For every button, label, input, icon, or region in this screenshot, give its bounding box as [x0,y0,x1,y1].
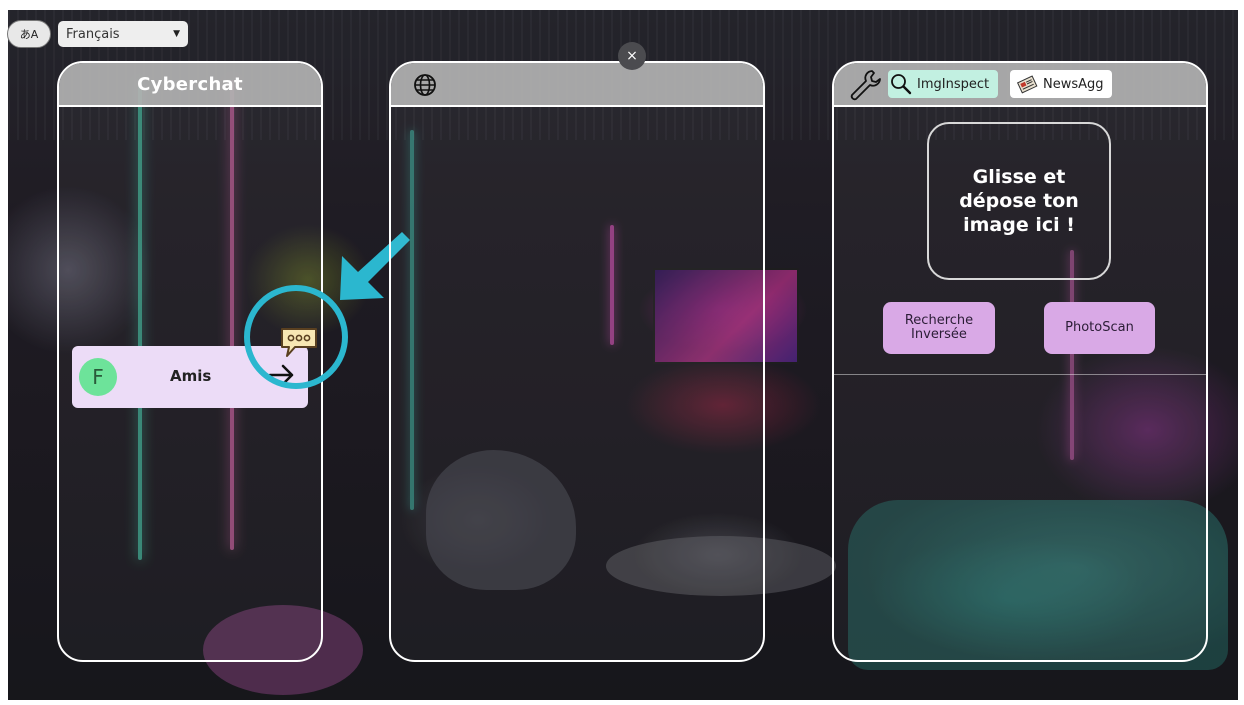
reverse-search-button[interactable]: Recherche Inversée [883,302,995,354]
avatar: F [79,358,117,396]
translate-icon-text: あA [19,28,39,41]
newspaper-icon [1016,75,1038,94]
friends-label: Amis [170,367,212,385]
photoscan-label: PhotoScan [1065,320,1134,335]
dropdown-arrow-icon: ▼ [173,29,180,39]
image-dropzone[interactable]: Glisse et dépose ton image ici ! [927,122,1111,280]
cyberchat-header: Cyberchat [59,63,321,107]
tab-newsagg-label: NewsAgg [1043,76,1104,92]
tab-imginspect[interactable]: ImgInspect [888,70,998,98]
browser-header [391,63,763,107]
tools-divider [834,374,1206,375]
translate-icon[interactable]: あA [7,20,51,48]
wrench-icon[interactable] [848,68,882,102]
dropzone-text: Glisse et dépose ton image ici ! [959,166,1079,236]
reverse-search-label: Recherche Inversée [904,313,974,342]
language-selected: Français [66,26,120,42]
language-select[interactable]: Français ▼ [58,21,188,47]
photoscan-button[interactable]: PhotoScan [1044,302,1155,354]
globe-icon[interactable] [413,73,437,97]
cyberchat-title: Cyberchat [137,73,243,95]
close-button[interactable]: × [618,42,646,70]
tab-imginspect-label: ImgInspect [917,76,990,92]
tutorial-highlight-ring [244,285,348,389]
browser-panel [389,61,765,662]
browser-body [391,107,763,660]
tab-newsagg[interactable]: NewsAgg [1010,70,1112,98]
magnifier-icon [891,74,912,95]
